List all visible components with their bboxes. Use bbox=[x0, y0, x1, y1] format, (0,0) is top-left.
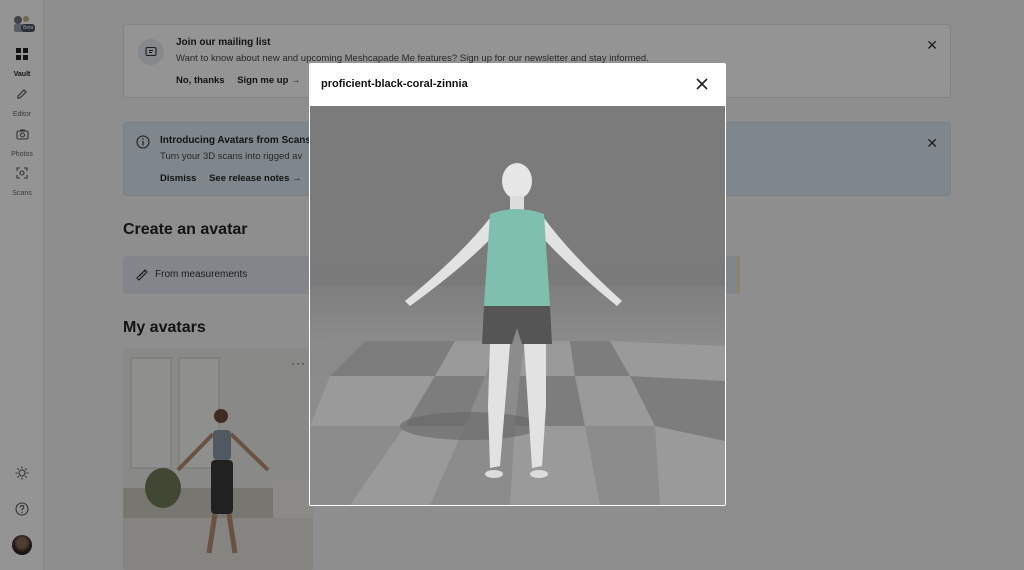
modal-header: proficient-black-coral-zinnia bbox=[309, 63, 726, 106]
tank-top bbox=[484, 209, 550, 306]
avatar-preview-modal: proficient-black-coral-zinnia bbox=[309, 63, 726, 506]
avatar-shadow bbox=[400, 412, 540, 440]
avatar-3d-scene bbox=[310, 106, 725, 505]
3d-viewer[interactable] bbox=[310, 106, 725, 505]
modal-title: proficient-black-coral-zinnia bbox=[321, 78, 468, 90]
close-icon[interactable] bbox=[693, 75, 711, 93]
